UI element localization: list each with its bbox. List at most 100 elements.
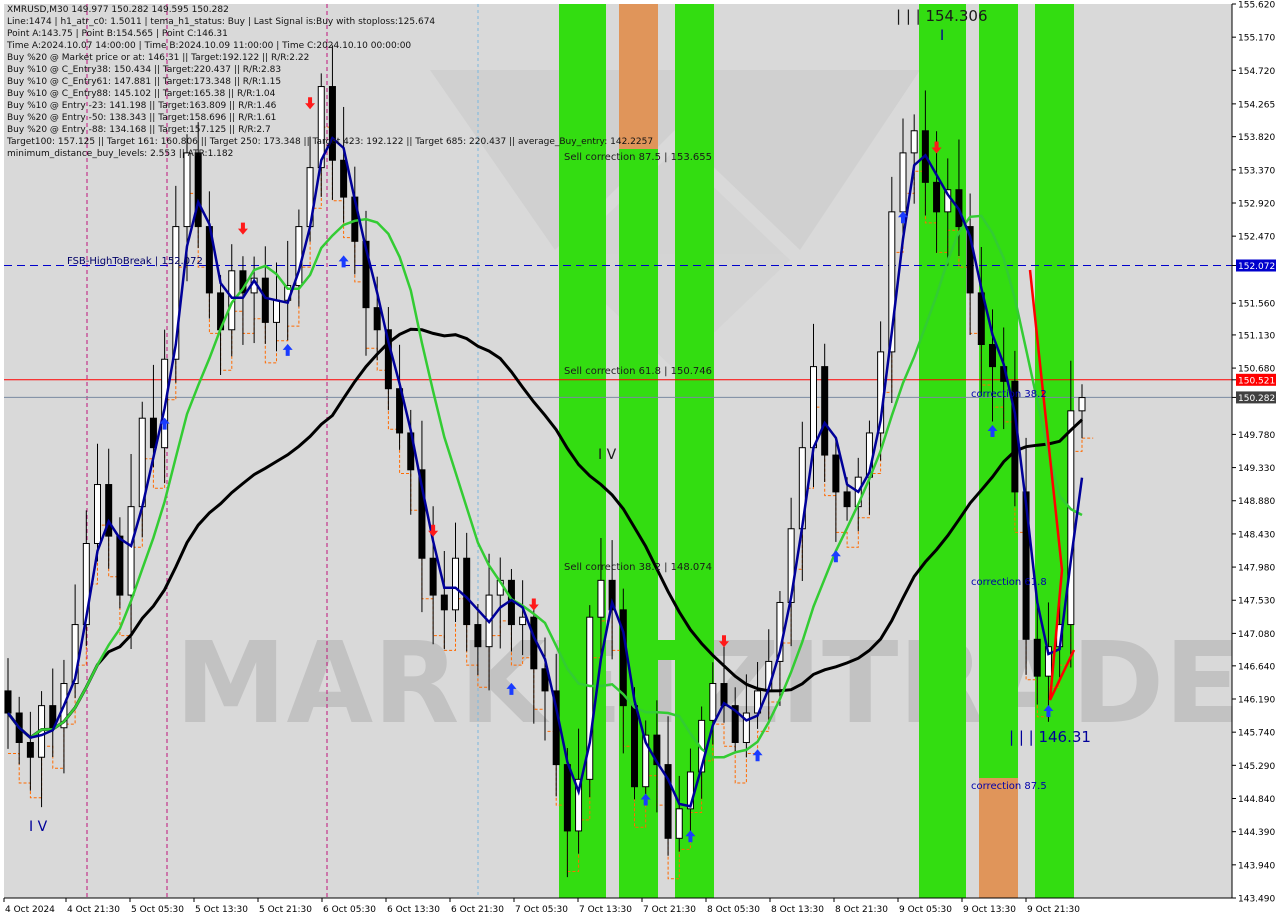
time-tick-label: 8 Oct 21:30 <box>835 905 888 915</box>
time-tick-label: 8 Oct 05:30 <box>707 905 760 915</box>
info-line: Point A:143.75 | Point B:154.565 | Point… <box>7 29 228 39</box>
orange-band <box>619 4 658 149</box>
time-tick-label: 9 Oct 21:30 <box>1027 905 1080 915</box>
candle-body <box>373 307 381 331</box>
candle-body <box>4 690 12 714</box>
price-tick-label: 145.740 <box>1238 729 1275 739</box>
price-tick-label: 144.840 <box>1238 795 1275 805</box>
time-tick-label: 7 Oct 13:30 <box>579 905 632 915</box>
sell-correction-382-label: Sell correction 38.2 | 148.074 <box>564 562 712 573</box>
candle-body <box>832 454 840 493</box>
price-tick-label: 146.190 <box>1238 696 1275 706</box>
candle-body <box>810 366 817 449</box>
info-line: Time A:2024.10.07 14:00:00 | Time B:2024… <box>7 41 412 51</box>
time-tick-label: 9 Oct 05:30 <box>899 905 952 915</box>
correction-382-label: correction 38.2 <box>971 389 1047 400</box>
price-tick-label: 151.130 <box>1238 331 1275 341</box>
info-line: Buy %10 @ C_Entry88: 145.102 || Target:1… <box>7 89 276 99</box>
chart-area[interactable]: MARKETZITRADE FSB-HighToBreak | 152.072 … <box>0 0 1280 920</box>
price-tick-label: 150.521 <box>1238 376 1275 386</box>
wave-top-label: I <box>940 28 944 44</box>
info-line: minimum_distance_buy_levels: 2.553 || AT… <box>7 149 234 159</box>
candle-body <box>631 705 638 788</box>
time-tick-label: 9 Oct 13:30 <box>963 905 1016 915</box>
candle-body <box>273 299 280 323</box>
candle-body <box>910 130 918 154</box>
price-tick-label: 146.640 <box>1238 662 1275 672</box>
candle-body <box>1033 638 1041 677</box>
candle-body <box>463 557 471 626</box>
price-tick-label: 152.470 <box>1238 233 1275 243</box>
candle-body <box>429 557 437 596</box>
candle-body <box>328 86 336 161</box>
candle-body <box>116 535 124 596</box>
candle-body <box>843 491 851 508</box>
point-b-label: | | | 154.306 <box>896 7 988 25</box>
price-tick-label: 154.720 <box>1238 67 1275 77</box>
candle-body <box>340 159 348 198</box>
info-line: Buy %20 @ Market price or at: 146.31 || … <box>7 53 310 63</box>
info-line: Target100: 157.125 || Target 161: 160.80… <box>7 137 654 147</box>
candle-body <box>26 741 34 758</box>
wave-iv-label-1: I V <box>598 447 617 463</box>
wave-iv-label-2: I V <box>29 819 48 835</box>
time-tick-label: 4 Oct 21:30 <box>67 905 120 915</box>
candle-body <box>933 181 941 213</box>
candle-body <box>194 152 202 228</box>
candle-body <box>127 506 135 596</box>
time-tick-label: 5 Oct 13:30 <box>195 905 248 915</box>
price-tick-label: 148.880 <box>1238 497 1275 507</box>
candle-body <box>519 616 527 626</box>
time-tick-label: 6 Oct 13:30 <box>387 905 440 915</box>
green-band <box>658 640 694 660</box>
candle-body <box>899 152 907 213</box>
candle-body <box>989 344 996 368</box>
time-tick-label: 7 Oct 21:30 <box>643 905 696 915</box>
time-tick-label: 6 Oct 21:30 <box>451 905 504 915</box>
time-tick-label: 7 Oct 05:30 <box>515 905 568 915</box>
price-tick-label: 150.680 <box>1238 365 1275 375</box>
info-line: Buy %10 @ C_Entry38: 150.434 || Target:2… <box>7 65 282 75</box>
time-tick-label: 6 Oct 05:30 <box>323 905 376 915</box>
info-line: Buy %10 @ C_Entry61: 147.881 || Target:1… <box>7 77 282 87</box>
price-tick-label: 149.330 <box>1238 464 1275 474</box>
candle-body <box>709 683 717 721</box>
price-tick-label: 149.780 <box>1238 431 1275 441</box>
price-tick-label: 143.940 <box>1238 861 1275 871</box>
time-tick-label: 5 Oct 21:30 <box>259 905 312 915</box>
candle-body <box>563 764 571 832</box>
price-tick-label: 143.490 <box>1238 895 1275 905</box>
time-tick-label: 8 Oct 13:30 <box>771 905 824 915</box>
price-tick-label: 153.820 <box>1238 133 1275 143</box>
price-tick-label: 154.265 <box>1238 100 1275 110</box>
price-tick-label: 150.282 <box>1238 394 1275 404</box>
price-tick-label: 153.370 <box>1238 166 1275 176</box>
price-tick-label: 152.920 <box>1238 199 1275 209</box>
correction-618-label: correction 61.8 <box>971 577 1047 588</box>
candle-body <box>1067 410 1075 626</box>
correction-875-label: correction 87.5 <box>971 781 1047 792</box>
price-tick-label: 144.390 <box>1238 828 1275 838</box>
sell-correction-618-label: Sell correction 61.8 | 150.746 <box>564 366 712 377</box>
price-tick-label: 155.170 <box>1238 34 1275 44</box>
info-line: XMRUSD,M30 149.977 150.282 149.595 150.2… <box>7 5 229 15</box>
time-tick-label: 4 Oct 2024 <box>5 905 55 915</box>
sell-correction-875-label: Sell correction 87.5 | 153.655 <box>564 152 712 163</box>
green-band <box>675 4 714 898</box>
info-line: Buy %20 @ Entry -50: 138.343 || Target:1… <box>7 113 277 123</box>
candle-body <box>1078 397 1086 412</box>
candle-body <box>474 624 482 648</box>
price-tick-label: 145.290 <box>1238 762 1275 772</box>
fsb-label: FSB-HighToBreak | 152.072 <box>67 256 203 267</box>
info-line: Line:1474 | h1_atr_c0: 1.5011 | tema_h1_… <box>7 17 436 27</box>
candle-body <box>261 277 269 323</box>
time-tick-label: 5 Oct 05:30 <box>131 905 184 915</box>
candle-body <box>452 557 459 611</box>
candle-body <box>94 484 101 544</box>
candle-body <box>675 808 683 839</box>
info-line: Buy %10 @ Entry -23: 141.198 || Target:1… <box>7 101 277 111</box>
price-tick-label: 148.430 <box>1238 530 1275 540</box>
point-c-label: | | | 146.31 <box>1009 728 1091 746</box>
orange-band <box>979 778 1018 898</box>
price-tick-label: 152.072 <box>1238 262 1275 272</box>
